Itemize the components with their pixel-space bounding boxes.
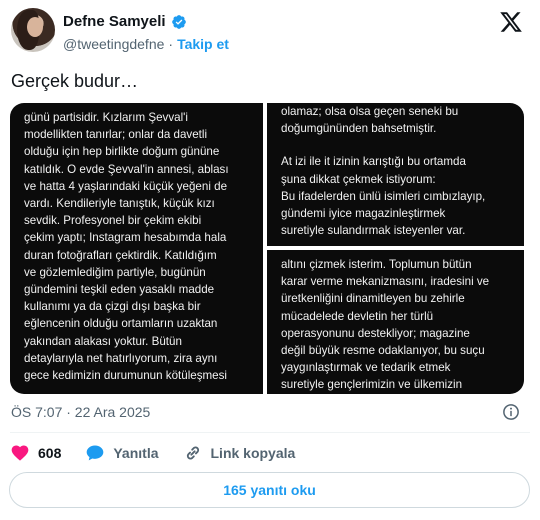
text-line: mücadelede devletin her türlü (281, 309, 434, 323)
heart-icon (11, 445, 29, 461)
reply-label: Yanıtla (113, 445, 159, 461)
verified-badge-icon (171, 14, 186, 29)
handle-row: @tweetingdefne · Takip et (63, 36, 229, 52)
text-line: doğumgününden bahsetmiştir. (281, 122, 437, 136)
left-panel-text: günü partisidir. Kızlarım Şevval'i modell… (10, 103, 263, 384)
action-bar: 608 Yanıtla Link kopyala (10, 443, 319, 463)
text-line: duran fotoğrafları çektirdik. Katıldığım (24, 248, 217, 262)
text-line: eğlencenin olduğu ortamların uzaktan (24, 317, 218, 331)
avatar-face (27, 17, 43, 37)
tweet-timestamp[interactable]: ÖS 7:07 · 22 Ara 2025 (11, 404, 150, 420)
media-image-top-right[interactable]: olamaz; olsa olsa geçen seneki bu doğumgü… (267, 103, 524, 246)
speech-bubble-icon (87, 445, 104, 461)
text-line: katıldık. O evde Şevval'in annesi, ablas… (24, 162, 229, 176)
text-line: ve hatta 4 yaşlarındaki küçük yeğeni de (24, 179, 228, 193)
author-handle[interactable]: @tweetingdefne (63, 36, 164, 52)
text-line: yaygınlaştırmak ve tedarik etmek (281, 361, 451, 375)
reply-button[interactable]: Yanıtla (85, 443, 159, 463)
text-line: gece kedimizin durumunun kötüleşmesi (24, 369, 227, 383)
text-line: vardı. Kendileriyle tanıştık, küçük kızı (24, 197, 215, 211)
text-line: suretiyle sulandırmak isteyenler var. (281, 224, 466, 238)
text-line: detaylarıyla net hatırlıyorum, zira aynı (24, 351, 218, 365)
text-line: operasyonunu destekliyor; magazine (281, 326, 470, 340)
avatar[interactable] (11, 8, 55, 52)
follow-button[interactable]: Takip et (177, 36, 229, 52)
text-line (281, 137, 512, 153)
x-logo-icon[interactable] (499, 10, 523, 34)
like-button[interactable]: 608 (10, 443, 61, 463)
author-name[interactable]: Defne Samyeli (63, 13, 166, 30)
text-line: üretkenliğini dinamitleyen bu zehirle (281, 292, 465, 306)
text-line: değil büyük resme odaklanıyor, bu suçu (281, 344, 485, 358)
info-icon[interactable] (502, 403, 520, 421)
divider-top (10, 432, 530, 433)
copy-link-button[interactable]: Link kopyala (183, 443, 296, 463)
copy-link-label: Link kopyala (210, 445, 296, 461)
like-count: 608 (38, 445, 62, 461)
text-line: Bu ifadelerden ünlü isimleri cımbızlayıp… (281, 189, 486, 203)
media-image-left[interactable]: günü partisidir. Kızlarım Şevval'i modell… (10, 103, 263, 394)
text-line: gündemi iyice magazinleştirmek (281, 207, 446, 221)
tweet-text: Gerçek budur… (11, 71, 139, 91)
text-line: günü partisidir. Kızlarım Şevval'i (24, 111, 188, 124)
text-line: şuna dikkat çekmek istiyorum: (281, 172, 436, 186)
text-line: olamaz; olsa olsa geçen seneki bu (281, 105, 459, 118)
text-line: ve gözlemlediğim partiyle, bugünün (24, 265, 206, 279)
bottom-right-panel-text: altını çizmek isterim. Toplumun bütün kar… (267, 250, 524, 394)
text-line: gündemini teşkil eden yasaklı madde (24, 283, 215, 297)
text-line: suretiyle gençlerimizin ve ülkemizin (281, 378, 463, 392)
text-line: altını çizmek isterim. Toplumun bütün (281, 258, 472, 271)
top-right-panel-text: olamaz; olsa olsa geçen seneki bu doğumgü… (267, 103, 524, 239)
author-name-row: Defne Samyeli (63, 13, 187, 30)
media-grid[interactable]: günü partisidir. Kızlarım Şevval'i modell… (10, 103, 524, 394)
text-line: yakından alakası yoktur. Bütün (24, 334, 182, 348)
text-line: olduğu için hep birlikte doğum gününe (24, 145, 220, 159)
text-line: kullanımı ya da çizgi dışı başka bir (24, 300, 201, 314)
text-line: modellikten tanırlar; onlar da davetli (24, 128, 208, 142)
text-line: sevdik. Profesyonel bir çekim ekibi (24, 214, 202, 228)
read-replies-label: 165 yanıtı oku (223, 482, 316, 498)
media-image-bottom-right[interactable]: altını çizmek isterim. Toplumun bütün kar… (267, 250, 524, 394)
link-icon (186, 446, 199, 460)
text-line: çekim yaptı; Instagram hesabımda hala (24, 231, 227, 245)
text-line: At izi ile it izinin karıştığı bu ortamd… (281, 155, 466, 169)
handle-separator: · (168, 36, 174, 52)
read-replies-button[interactable]: 165 yanıtı oku (9, 472, 530, 508)
text-line: karar verme mekanizmasını, iradesini ve (281, 275, 490, 289)
